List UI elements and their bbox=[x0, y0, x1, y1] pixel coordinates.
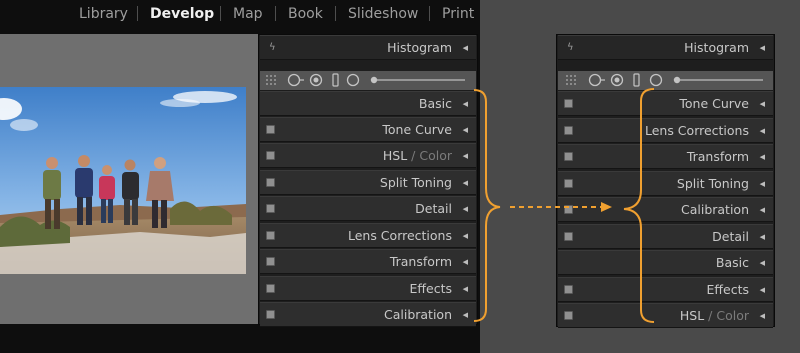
left-brace-icon bbox=[623, 88, 655, 323]
reorder-annotation bbox=[473, 88, 655, 323]
right-brace-icon bbox=[473, 89, 501, 322]
arrowhead-icon bbox=[601, 202, 612, 212]
